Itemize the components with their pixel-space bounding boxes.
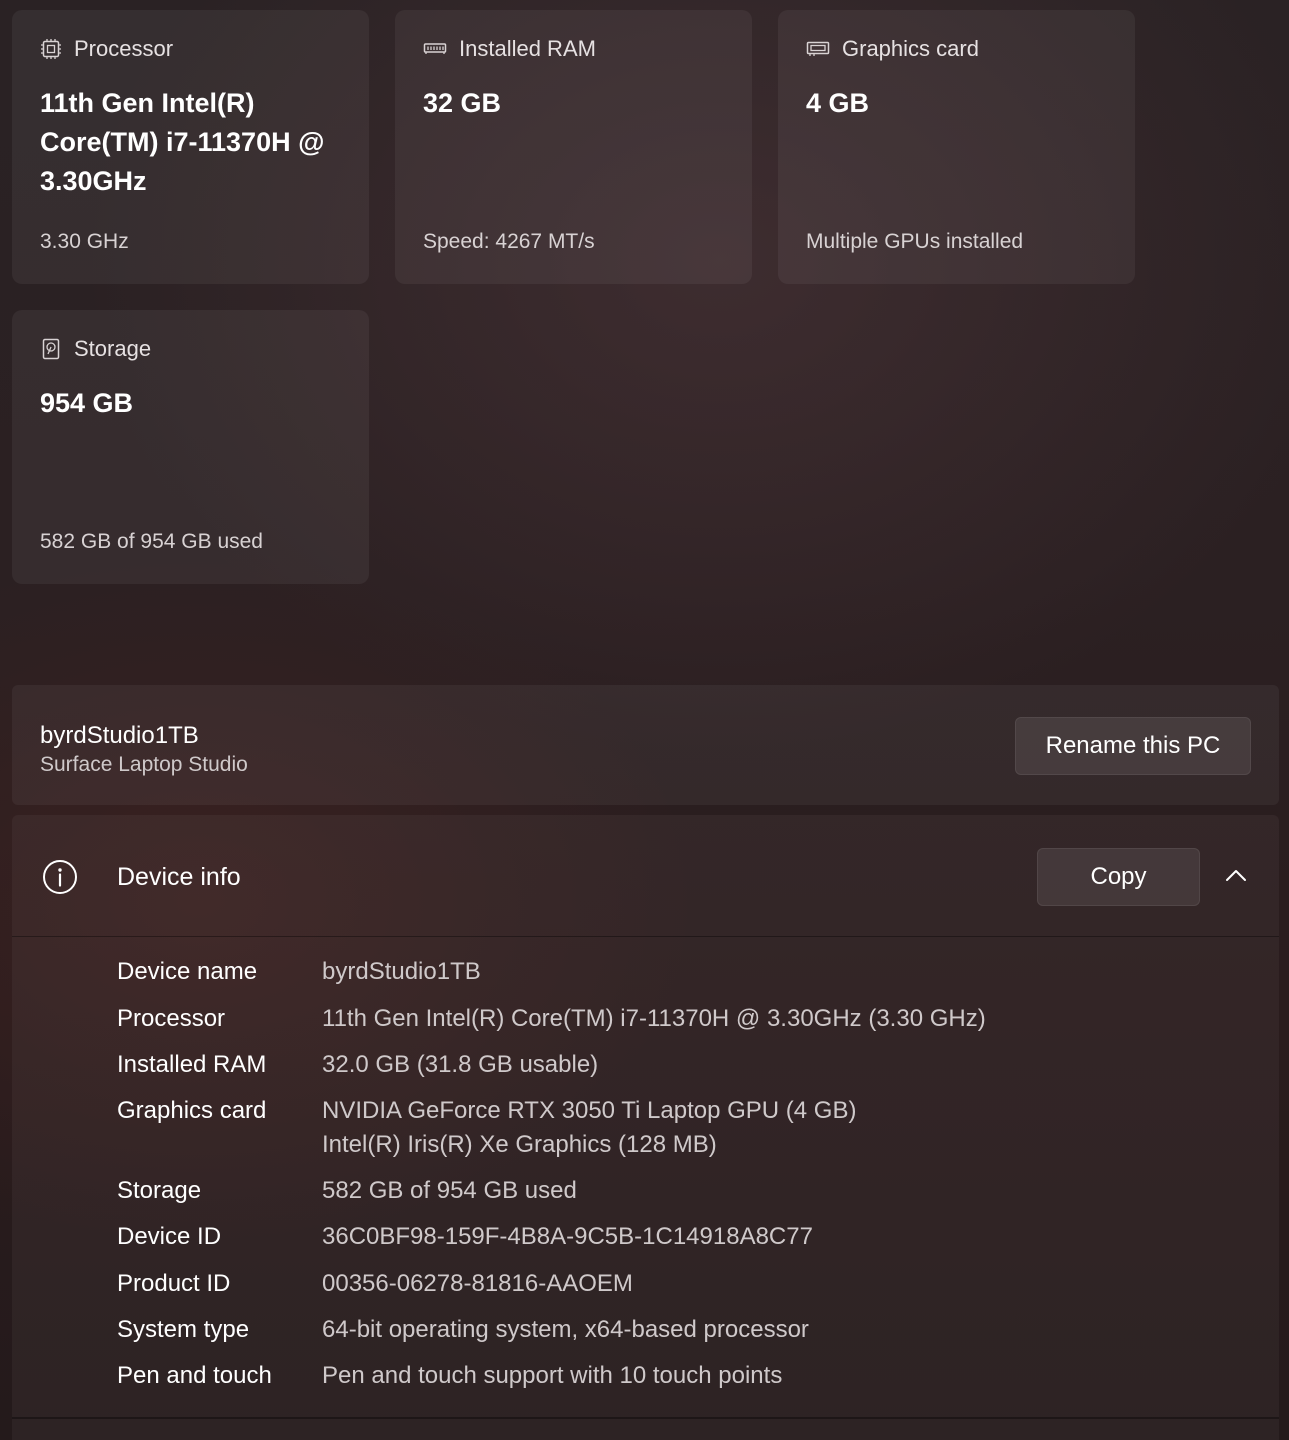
spec-value: Pen and touch support with 10 touch poin… [322,1362,783,1389]
processor-card-value: 11th Gen Intel(R) Core(TM) i7-11370H @ 3… [40,88,325,196]
spec-value: 64-bit operating system, x64-based proce… [322,1316,809,1343]
spec-label: Graphics card [117,1097,267,1124]
storage-card: Storage 954 GB 582 GB of 954 GB used [12,310,369,584]
spec-value: 582 GB of 954 GB used [322,1177,577,1204]
spec-label: System type [117,1316,250,1343]
spec-value: 11th Gen Intel(R) Core(TM) i7-11370H @ 3… [322,1005,986,1032]
ram-card-value: 32 GB [423,88,502,118]
processor-chip-icon [40,38,62,60]
pc-name: byrdStudio1TB [40,722,199,749]
device-info-title: Device info [117,863,241,891]
spec-value: byrdStudio1TB [322,958,481,985]
graphics-card-icon [806,38,830,60]
graphics-card-value: 4 GB [806,88,870,118]
section-divider [12,1417,1279,1419]
pc-model: Surface Laptop Studio [40,753,248,776]
spec-label: Pen and touch [117,1362,272,1389]
spec-label: Product ID [117,1270,231,1297]
graphics-card-header: Graphics card [806,36,979,62]
chevron-up-icon[interactable] [1223,865,1249,887]
storage-drive-icon [40,338,62,360]
info-icon [42,859,78,900]
spec-value[interactable]: 00356-06278-81816-AAOEM [322,1267,633,1301]
storage-card-value: 954 GB [40,388,134,418]
ram-card-header: Installed RAM [423,36,596,62]
spec-value[interactable]: 36C0BF98-159F-4B8A-9C5B-1C14918A8C77 [322,1220,813,1254]
pc-name-row: byrdStudio1TB Surface Laptop Studio Rena… [12,685,1279,805]
spec-label: Processor [117,1005,226,1032]
storage-card-header: Storage [40,336,151,362]
ram-card-label: Installed RAM [459,36,596,61]
storage-card-label: Storage [74,336,152,361]
copy-button[interactable]: Copy [1037,848,1200,906]
rename-pc-button[interactable]: Rename this PC [1015,717,1251,775]
spec-label: Device name [117,958,258,985]
processor-card-label: Processor [74,36,174,61]
graphics-card-label: Graphics card [842,36,979,61]
processor-card-sub: 3.30 GHz [40,230,129,253]
storage-card-sub: 582 GB of 954 GB used [40,530,263,553]
spec-label: Storage [117,1177,202,1204]
spec-value: Intel(R) Iris(R) Xe Graphics (128 MB) [322,1131,717,1158]
ram-module-icon [423,38,447,60]
spec-label: Installed RAM [117,1051,267,1078]
ram-card: Installed RAM 32 GB Speed: 4267 MT/s [395,10,752,284]
processor-card-header: Processor [40,36,173,62]
spec-label: Device ID [117,1223,222,1250]
spec-value: NVIDIA GeForce RTX 3050 Ti Laptop GPU (4… [322,1097,857,1124]
processor-card: Processor 11th Gen Intel(R) Core(TM) i7-… [12,10,369,284]
device-info-header[interactable]: Device info Copy [12,815,1279,937]
ram-card-sub: Speed: 4267 MT/s [423,230,595,253]
graphics-card-card: Graphics card 4 GB Multiple GPUs install… [778,10,1135,284]
spec-value: 32.0 GB (31.8 GB usable) [322,1051,599,1078]
device-info-panel: Device info Copy Device name byrdStudio1… [12,815,1279,1440]
graphics-card-sub: Multiple GPUs installed [806,230,1024,253]
